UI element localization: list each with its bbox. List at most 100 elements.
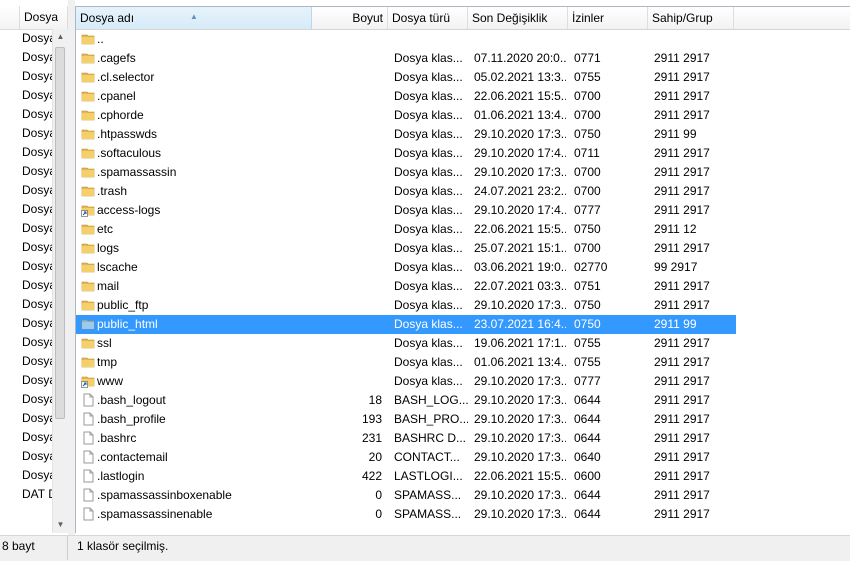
file-row[interactable]: ssl Dosya klas... 19.06.2021 17:1... 0755 29…	[76, 334, 736, 353]
file-owner: 2911 2917	[654, 108, 710, 122]
local-list-item[interactable]: Dosya	[0, 86, 52, 105]
local-list-item[interactable]: Dosya	[0, 276, 52, 295]
local-list-item[interactable]: Dosya	[0, 181, 52, 200]
file-row[interactable]: tmp Dosya klas... 01.06.2021 13:4... 0755 29…	[76, 353, 736, 372]
local-status-text: 8 bayt	[0, 536, 68, 560]
file-row[interactable]: lscache Dosya klas... 03.06.2021 19:0... 02…	[76, 258, 736, 277]
file-row[interactable]: .cagefs Dosya klas... 07.11.2020 20:0... 07…	[76, 49, 736, 68]
local-list-item[interactable]: Dosya	[0, 124, 52, 143]
file-row[interactable]: .spamassassinboxenable 0 SPAMASS... 29.10.2…	[76, 486, 736, 505]
file-size	[316, 334, 382, 353]
local-list-item[interactable]: Dosya	[0, 48, 52, 67]
file-row[interactable]: .bash_logout 18 BASH_LOG... 29.10.2020 17:3…	[76, 391, 736, 410]
local-scrollbar[interactable]: ▲ ▼	[52, 29, 68, 533]
local-item-name: Dosya	[22, 31, 52, 45]
local-list-item[interactable]: Dosya	[0, 143, 52, 162]
folder-icon	[81, 317, 95, 331]
file-row[interactable]: .bashrc 231 BASHRC D... 29.10.2020 17:3... 0…	[76, 429, 736, 448]
local-item-name: DAT D	[22, 487, 52, 501]
file-type: Dosya klas...	[394, 336, 463, 350]
file-row[interactable]: .contactemail 20 CONTACT... 29.10.2020 17:3…	[76, 448, 736, 467]
local-list-item[interactable]: Dosya	[0, 257, 52, 276]
file-row[interactable]: .spamassassinenable 0 SPAMASS... 29.10.2020…	[76, 505, 736, 524]
file-size: 18	[368, 393, 382, 407]
column-owner[interactable]: Sahip/Grup	[648, 7, 734, 29]
column-size[interactable]: Boyut	[312, 7, 388, 29]
file-modified: 29.10.2020 17:3...	[474, 507, 566, 521]
local-list-item[interactable]: Dosya	[0, 67, 52, 86]
local-list-item[interactable]: Dosya	[0, 333, 52, 352]
file-type: Dosya klas...	[394, 146, 463, 160]
local-list-item[interactable]: 52DAT D	[0, 485, 52, 504]
file-row[interactable]: .lastlogin 422 LASTLOGI... 22.06.2021 15:5.…	[76, 467, 736, 486]
local-list-item[interactable]: Dosya	[0, 238, 52, 257]
pane-splitter[interactable]	[68, 0, 75, 535]
file-size: 231	[361, 431, 382, 445]
folder-icon	[81, 108, 95, 122]
local-list-item[interactable]: Dosya	[0, 371, 52, 390]
file-row[interactable]: logs Dosya klas... 25.07.2021 15:1... 0700 2…	[76, 239, 736, 258]
column-type[interactable]: Dosya türü	[388, 7, 468, 29]
column-name[interactable]: Dosya adı ▲	[76, 7, 312, 29]
file-permissions: 0755	[574, 355, 601, 369]
local-column-size[interactable]	[0, 6, 20, 29]
file-permissions: 0700	[574, 165, 601, 179]
local-list-item[interactable]: Dosya	[0, 29, 52, 48]
local-item-name: Dosya	[22, 335, 52, 349]
local-list-item[interactable]: Dosya	[0, 428, 52, 447]
file-row[interactable]: .cpanel Dosya klas... 22.06.2021 15:5... 07…	[76, 87, 736, 106]
column-permissions[interactable]: İzinler	[568, 7, 648, 29]
file-row[interactable]: ..	[76, 30, 736, 49]
local-file-list[interactable]: Dosya Dosya Dosya Dosya Dosya Dosya Dosya Dosy…	[0, 0, 69, 533]
file-modified: 07.11.2020 20:0...	[474, 51, 566, 65]
scroll-up-icon[interactable]: ▲	[53, 29, 68, 45]
file-row[interactable]: mail Dosya klas... 22.07.2021 03:3... 0751 2…	[76, 277, 736, 296]
file-row[interactable]: .cphorde Dosya klas... 01.06.2021 13:4... 0…	[76, 106, 736, 125]
file-modified: 23.07.2021 16:4...	[474, 317, 566, 331]
sort-ascending-icon: ▲	[190, 12, 198, 21]
remote-file-list[interactable]: Dosya adı ▲ Boyut Dosya türü Son Değişik…	[75, 6, 850, 533]
file-row[interactable]: public_html Dosya klas... 23.07.2021 16:4.…	[76, 315, 736, 334]
local-list-item[interactable]: Dosya	[0, 200, 52, 219]
scrollbar-thumb[interactable]	[55, 47, 65, 419]
local-list-item[interactable]: Dosya	[0, 409, 52, 428]
local-list-item[interactable]: Dosya	[0, 219, 52, 238]
file-row[interactable]: .bash_profile 193 BASH_PRO... 29.10.2020 17…	[76, 410, 736, 429]
file-row[interactable]: .cl.selector Dosya klas... 05.02.2021 13:3…	[76, 68, 736, 87]
folder-icon	[81, 184, 95, 198]
file-modified: 29.10.2020 17:4...	[474, 146, 566, 160]
local-list-item[interactable]: Dosya	[0, 295, 52, 314]
file-row[interactable]: .spamassassin Dosya klas... 29.10.2020 17:…	[76, 163, 736, 182]
file-permissions: 0750	[574, 298, 601, 312]
local-list-item[interactable]: Dosya	[0, 390, 52, 409]
file-size	[316, 220, 382, 239]
local-list-item[interactable]: Dosya	[0, 352, 52, 371]
file-row[interactable]: etc Dosya klas... 22.06.2021 15:5... 0750 29…	[76, 220, 736, 239]
folder-icon	[81, 32, 95, 46]
file-owner: 2911 2917	[654, 184, 710, 198]
file-modified: 29.10.2020 17:3...	[474, 127, 566, 141]
file-size: 422	[361, 469, 382, 483]
local-list-item[interactable]: Dosya	[0, 105, 52, 124]
local-list-item[interactable]: Dosya	[0, 162, 52, 181]
folder-link-icon	[81, 203, 95, 217]
file-row[interactable]: access-logs Dosya klas... 29.10.2020 17:4.…	[76, 201, 736, 220]
file-modified: 22.06.2021 15:5...	[474, 89, 566, 103]
local-list-item[interactable]: Dosya	[0, 447, 52, 466]
scroll-down-icon[interactable]: ▼	[53, 517, 68, 533]
file-row[interactable]: .trash Dosya klas... 24.07.2021 23:2... 070…	[76, 182, 736, 201]
local-list-item[interactable]: Dosya	[0, 466, 52, 485]
file-row[interactable]: www Dosya klas... 29.10.2020 17:3... 0777 29…	[76, 372, 736, 391]
file-owner: 2911 2917	[654, 298, 710, 312]
file-type: Dosya klas...	[394, 355, 463, 369]
local-column-name[interactable]: Dosya	[20, 6, 68, 29]
file-owner: 2911 12	[654, 222, 697, 236]
local-item-name: Dosya	[22, 50, 52, 64]
file-row[interactable]: .softaculous Dosya klas... 29.10.2020 17:4…	[76, 144, 736, 163]
file-row[interactable]: public_ftp Dosya klas... 29.10.2020 17:3..…	[76, 296, 736, 315]
file-row[interactable]: .htpasswds Dosya klas... 29.10.2020 17:3..…	[76, 125, 736, 144]
file-type: Dosya klas...	[394, 279, 463, 293]
file-size: 20	[368, 450, 382, 464]
column-modified[interactable]: Son Değişiklik	[468, 7, 568, 29]
local-list-item[interactable]: Dosya	[0, 314, 52, 333]
